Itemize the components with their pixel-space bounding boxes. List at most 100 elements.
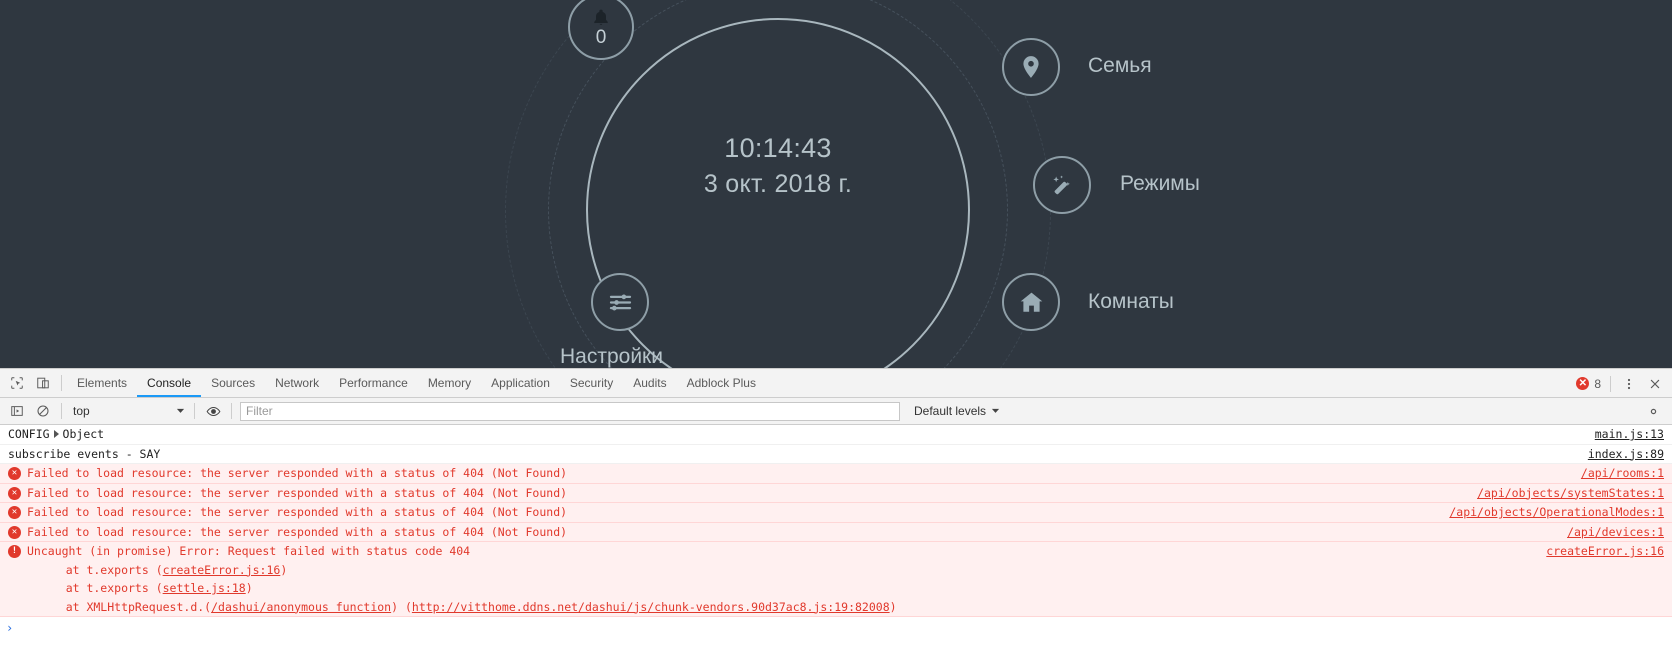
filter-input[interactable]: Filter: [240, 402, 900, 421]
console-prompt[interactable]: ›: [0, 617, 1672, 639]
tab-console[interactable]: Console: [137, 369, 201, 397]
console-message-error[interactable]: ✕ Failed to load resource: the server re…: [0, 484, 1672, 504]
console-message-text: Failed to load resource: the server resp…: [27, 464, 1672, 483]
console-message-log[interactable]: CONFIG Object main.js:13: [0, 425, 1672, 445]
error-icon: ✕: [8, 506, 21, 519]
clock-display: 10:14:43 3 окт. 2018 г.: [586, 130, 970, 202]
stack-frame-link[interactable]: /dashui/anonymous function: [211, 600, 391, 614]
stack-frame-suffix: ): [280, 563, 287, 577]
stack-frame: at XMLHttpRequest.d.(/dashui/anonymous f…: [0, 598, 1672, 617]
uncaught-error-source[interactable]: createError.js:16: [1546, 542, 1664, 561]
chevron-down-icon: [991, 404, 1000, 418]
toolbar-divider: [61, 375, 62, 391]
console-message-source[interactable]: index.js:89: [1588, 445, 1664, 464]
devtools-tabbar-right: ✕ 8: [1576, 369, 1668, 398]
execution-context-icon[interactable]: [4, 398, 30, 424]
tab-elements[interactable]: Elements: [67, 369, 137, 397]
nav-button-modes[interactable]: [1033, 156, 1091, 214]
nav-button-family[interactable]: [1002, 38, 1060, 96]
stack-frame-prefix: at t.exports (: [38, 581, 163, 595]
nav-button-settings[interactable]: [591, 273, 649, 331]
console-message-error[interactable]: ✕ Failed to load resource: the server re…: [0, 464, 1672, 484]
console-message-text: Failed to load resource: the server resp…: [27, 503, 1672, 522]
tab-application[interactable]: Application: [481, 369, 560, 397]
console-message-source[interactable]: /api/rooms:1: [1581, 464, 1664, 483]
tab-memory[interactable]: Memory: [418, 369, 481, 397]
error-count: 8: [1594, 377, 1601, 391]
stack-frame: at t.exports (createError.js:16): [0, 561, 1672, 580]
tab-audits[interactable]: Audits: [623, 369, 676, 397]
bell-icon: [591, 8, 611, 28]
devtools-panel: Elements Console Sources Network Perform…: [0, 368, 1672, 648]
map-pin-icon: [1018, 54, 1044, 80]
home-icon: [1018, 289, 1045, 316]
settings-gear-icon[interactable]: [1640, 399, 1666, 425]
filterbar-right: [1640, 398, 1666, 425]
more-options-icon[interactable]: [1616, 371, 1642, 397]
inspect-element-icon[interactable]: [4, 370, 30, 396]
console-message-text: Failed to load resource: the server resp…: [27, 484, 1672, 503]
tab-network[interactable]: Network: [265, 369, 329, 397]
stack-frame-suffix: ): [246, 581, 253, 595]
clear-console-icon[interactable]: [30, 398, 56, 424]
clock-date: 3 окт. 2018 г.: [586, 166, 970, 202]
stack-frame-link[interactable]: createError.js:16: [163, 563, 281, 577]
filterbar-divider-2: [194, 403, 195, 419]
stack-frame: at t.exports (settle.js:18): [0, 579, 1672, 598]
error-icon: ✕: [1576, 377, 1589, 390]
stack-frame-url-link[interactable]: http://vitthome.ddns.net/dashui/js/chunk…: [412, 600, 890, 614]
device-toolbar-icon[interactable]: [30, 370, 56, 396]
config-label: CONFIG: [8, 427, 50, 441]
log-levels-label: Default levels: [914, 404, 986, 418]
console-message-source[interactable]: /api/objects/OperationalModes:1: [1449, 503, 1664, 522]
close-icon[interactable]: [1642, 371, 1668, 397]
console-message-error[interactable]: ✕ Failed to load resource: the server re…: [0, 503, 1672, 523]
stack-frame-prefix: at t.exports (: [38, 563, 163, 577]
tab-security[interactable]: Security: [560, 369, 623, 397]
error-icon: !: [8, 545, 21, 558]
uncaught-error-headline: Uncaught (in promise) Error: Request fai…: [27, 542, 1672, 561]
console-message-source[interactable]: main.js:13: [1595, 425, 1664, 444]
stack-frame-link[interactable]: settle.js:18: [163, 581, 246, 595]
chevron-down-icon: [176, 404, 185, 418]
log-levels-select[interactable]: Default levels: [914, 404, 1000, 418]
execution-context-select[interactable]: top: [67, 402, 189, 421]
nav-label-modes[interactable]: Режимы: [1120, 172, 1200, 196]
error-icon: ✕: [8, 487, 21, 500]
console-message-source[interactable]: /api/objects/systemStates:1: [1477, 484, 1664, 503]
console-message-text: Failed to load resource: the server resp…: [27, 523, 1672, 542]
stack-frame-mid: ) (: [391, 600, 412, 614]
devtools-tabbar: Elements Console Sources Network Perform…: [0, 369, 1672, 398]
console-message-log[interactable]: subscribe events - SAY index.js:89: [0, 445, 1672, 465]
console-filter-bar: top Filter Default levels: [0, 398, 1672, 425]
tab-sources[interactable]: Sources: [201, 369, 265, 397]
filterbar-divider-1: [61, 403, 62, 419]
error-icon: ✕: [8, 467, 21, 480]
console-message-text: CONFIG Object: [8, 425, 1672, 444]
live-expression-icon[interactable]: [200, 398, 226, 424]
dashboard-page: 10:14:43 3 окт. 2018 г. 0 Семья: [0, 0, 1672, 368]
error-icon: ✕: [8, 526, 21, 539]
magic-wand-icon: [1049, 172, 1075, 198]
stack-frame-prefix: at XMLHttpRequest.d.(: [38, 600, 211, 614]
nav-label-settings[interactable]: Настройки: [560, 345, 663, 368]
clock-time: 10:14:43: [586, 130, 970, 166]
prompt-caret-icon: ›: [6, 619, 13, 638]
console-message-source[interactable]: /api/devices:1: [1567, 523, 1664, 542]
disclosure-triangle-icon[interactable]: [54, 430, 59, 438]
stack-frame-suffix: ): [890, 600, 897, 614]
sliders-icon: [607, 289, 634, 316]
object-label[interactable]: Object: [63, 427, 105, 441]
toolbar-divider-right: [1610, 376, 1611, 392]
console-message-text: subscribe events - SAY: [8, 445, 1672, 464]
alerts-count: 0: [596, 29, 607, 47]
console-message-error[interactable]: ✕ Failed to load resource: the server re…: [0, 523, 1672, 543]
execution-context-value: top: [73, 404, 90, 418]
console-message-uncaught-error[interactable]: ! Uncaught (in promise) Error: Request f…: [0, 542, 1672, 617]
nav-label-family[interactable]: Семья: [1088, 54, 1152, 78]
nav-button-rooms[interactable]: [1002, 273, 1060, 331]
error-count-badge[interactable]: ✕ 8: [1576, 377, 1601, 391]
tab-adblock-plus[interactable]: Adblock Plus: [677, 369, 766, 397]
nav-label-rooms[interactable]: Комнаты: [1088, 290, 1174, 314]
tab-performance[interactable]: Performance: [329, 369, 418, 397]
